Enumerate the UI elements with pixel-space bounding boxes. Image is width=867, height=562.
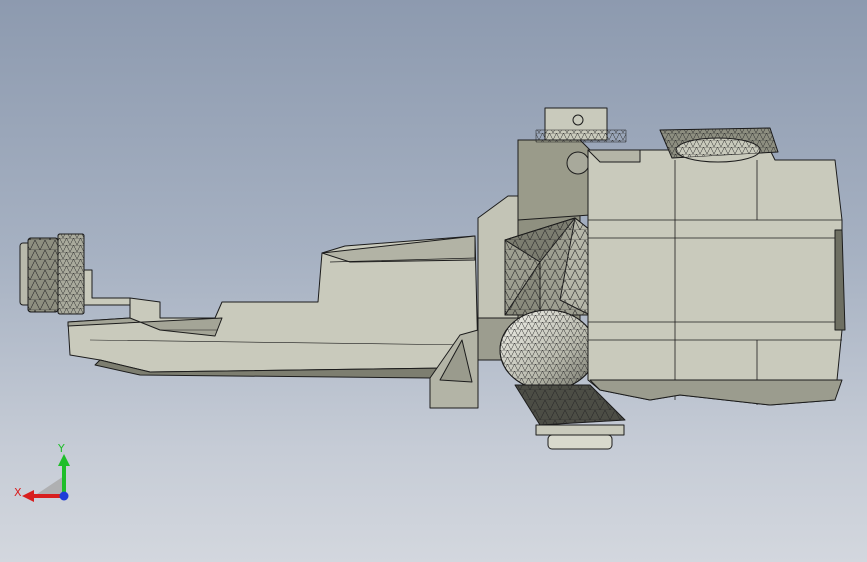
tool-flange[interactable] bbox=[19, 233, 131, 315]
coordinate-triad: Y X bbox=[14, 442, 70, 502]
x-axis-arrow bbox=[22, 490, 34, 502]
shoulder-block[interactable] bbox=[587, 149, 846, 406]
y-axis-arrow bbox=[58, 454, 70, 466]
forearm-link[interactable] bbox=[67, 235, 479, 379]
robot-arm-model[interactable] bbox=[0, 0, 867, 562]
x-axis-label: X bbox=[14, 486, 22, 499]
y-axis-label: Y bbox=[57, 442, 65, 455]
z-axis-dot bbox=[59, 491, 69, 501]
3d-viewport[interactable]: Y X bbox=[0, 0, 867, 562]
